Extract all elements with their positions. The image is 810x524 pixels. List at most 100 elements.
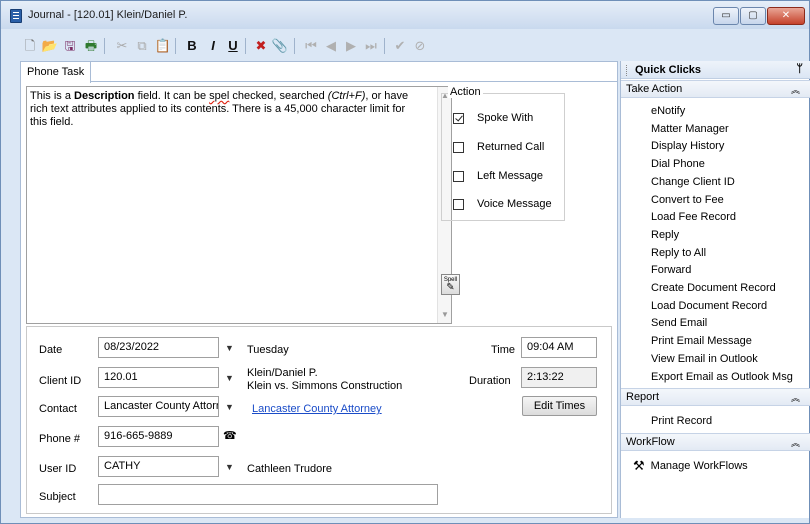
- toolbar-separator: [294, 38, 295, 54]
- quick-click-view-email-in-outlook[interactable]: View Email in Outlook: [651, 353, 758, 365]
- last-record-icon[interactable]: ⏭: [363, 38, 379, 54]
- user-id-label: User ID: [39, 463, 77, 475]
- client-id-input[interactable]: 120.01: [98, 367, 219, 388]
- checkbox-voice-message[interactable]: Voice Message: [453, 198, 552, 210]
- panel-grip-icon[interactable]: [626, 65, 628, 76]
- quick-click-convert-to-fee[interactable]: Convert to Fee: [651, 194, 724, 206]
- print-icon[interactable]: 🖶: [83, 38, 99, 54]
- open-folder-icon[interactable]: 📂: [42, 38, 58, 54]
- workflow-tools-icon: ⚒: [633, 458, 645, 473]
- checkbox-box[interactable]: [453, 112, 464, 124]
- contact-dropdown-icon[interactable]: ▼: [225, 402, 234, 412]
- date-input[interactable]: 08/23/2022: [98, 337, 219, 358]
- toolbar-separator: [104, 38, 105, 54]
- quick-click-dial-phone[interactable]: Dial Phone: [651, 158, 705, 170]
- minimize-button[interactable]: ▭: [713, 7, 739, 25]
- quick-click-export-email-as-outlook-msg[interactable]: Export Email as Outlook Msg: [651, 371, 793, 383]
- spell-check-icon: ✎: [446, 282, 455, 293]
- quick-click-load-document-record[interactable]: Load Document Record: [651, 300, 767, 312]
- user-id-dropdown-icon[interactable]: ▼: [225, 462, 234, 472]
- quick-click-print-email-message[interactable]: Print Email Message: [651, 335, 752, 347]
- collapse-chevron-icon[interactable]: ︽: [791, 436, 800, 449]
- checkbox-box[interactable]: [453, 170, 464, 182]
- quick-click-create-document-record[interactable]: Create Document Record: [651, 282, 776, 294]
- quick-clicks-header: Quick Clicks ᛘ: [621, 61, 810, 79]
- checkbox-box[interactable]: [453, 141, 464, 153]
- scroll-down-icon[interactable]: ▼: [441, 310, 449, 319]
- client-id-dropdown-icon[interactable]: ▼: [225, 373, 234, 383]
- window-title: Journal - [120.01] Klein/Daniel P.: [28, 9, 188, 21]
- edit-times-button[interactable]: Edit Times: [522, 396, 597, 416]
- quick-click-enotify[interactable]: eNotify: [651, 105, 685, 117]
- toolbar: 🗋 📂 🖫 🖶 ✂ ⧉ 📋 B I U ✖ 📎 ⏮ ◀ ▶ ⏭ ✔ ⊘: [1, 29, 809, 59]
- quick-click-reply[interactable]: Reply: [651, 229, 679, 241]
- contact-link[interactable]: Lancaster County Attorney: [252, 403, 382, 415]
- description-field[interactable]: This is a Description field. It can be s…: [26, 86, 452, 324]
- journal-window: Journal - [120.01] Klein/Daniel P. ▭ ▢ ✕…: [0, 0, 810, 524]
- quick-click-print-record[interactable]: Print Record: [651, 415, 712, 427]
- contact-input[interactable]: Lancaster County Attorr: [98, 396, 219, 417]
- description-text[interactable]: This is a Description field. It can be s…: [30, 90, 416, 129]
- next-record-icon[interactable]: ▶: [343, 38, 359, 54]
- checkbox-returned-call[interactable]: Returned Call: [453, 141, 544, 153]
- user-id-input[interactable]: CATHY: [98, 456, 219, 477]
- close-icon: ✕: [781, 10, 791, 21]
- delete-icon[interactable]: ✖: [253, 38, 269, 54]
- collapse-chevron-icon[interactable]: ︽: [791, 83, 800, 96]
- section-workflow[interactable]: WorkFlow ︽: [621, 433, 810, 451]
- quick-click-forward[interactable]: Forward: [651, 264, 691, 276]
- spell-check-button[interactable]: Spell ✎: [441, 274, 460, 295]
- cancel-icon[interactable]: ⊘: [412, 38, 428, 54]
- title-bar: Journal - [120.01] Klein/Daniel P. ▭ ▢ ✕: [1, 1, 809, 29]
- subject-input[interactable]: [98, 484, 438, 505]
- cut-icon[interactable]: ✂: [114, 38, 130, 54]
- matter-name-text: Klein vs. Simmons Construction: [247, 380, 403, 392]
- date-dropdown-icon[interactable]: ▼: [225, 343, 234, 353]
- phone-input[interactable]: 916-665-9889: [98, 426, 219, 447]
- maximize-button[interactable]: ▢: [740, 7, 766, 25]
- dial-phone-icon[interactable]: ☎: [223, 429, 237, 442]
- paste-icon[interactable]: 📋: [155, 38, 171, 54]
- first-record-icon[interactable]: ⏮: [303, 38, 319, 54]
- tab-phone-task[interactable]: Phone Task: [21, 62, 92, 83]
- details-form: Date 08/23/2022 ▼ Tuesday Time 09:04 AM …: [26, 326, 612, 514]
- section-title: Take Action: [626, 83, 683, 95]
- toolbar-separator: [245, 38, 246, 54]
- user-name-text: Cathleen Trudore: [247, 463, 332, 475]
- checkbox-box[interactable]: [453, 198, 464, 210]
- quick-click-matter-manager[interactable]: Matter Manager: [651, 123, 729, 135]
- pin-icon[interactable]: ᛘ: [796, 63, 803, 75]
- close-button[interactable]: ✕: [767, 7, 805, 25]
- collapse-chevron-icon[interactable]: ︽: [791, 391, 800, 404]
- time-input[interactable]: 09:04 AM: [521, 337, 597, 358]
- copy-icon[interactable]: ⧉: [134, 38, 150, 54]
- tab-strip: Phone Task: [21, 62, 617, 83]
- quick-click-reply-to-all[interactable]: Reply to All: [651, 247, 706, 259]
- section-take-action[interactable]: Take Action ︽: [621, 80, 810, 98]
- new-document-icon[interactable]: 🗋: [22, 38, 38, 54]
- save-icon[interactable]: 🖫: [62, 38, 78, 54]
- checkbox-spoke-with[interactable]: Spoke With: [453, 112, 533, 124]
- underline-icon[interactable]: U: [225, 38, 241, 54]
- quick-click-change-client-id[interactable]: Change Client ID: [651, 176, 735, 188]
- bold-icon[interactable]: B: [184, 38, 200, 54]
- contact-label: Contact: [39, 403, 77, 415]
- checkbox-left-message[interactable]: Left Message: [453, 170, 543, 182]
- quick-click-manage-workflows[interactable]: ⚒ Manage WorkFlows: [633, 458, 748, 474]
- quick-click-send-email[interactable]: Send Email: [651, 317, 707, 329]
- duration-label: Duration: [469, 375, 511, 387]
- quick-click-load-fee-record[interactable]: Load Fee Record: [651, 211, 736, 223]
- approve-icon[interactable]: ✔: [392, 38, 408, 54]
- manage-workflows-label: Manage WorkFlows: [650, 460, 748, 472]
- quick-click-display-history[interactable]: Display History: [651, 140, 724, 152]
- checkbox-label: Voice Message: [477, 198, 552, 210]
- previous-record-icon[interactable]: ◀: [323, 38, 339, 54]
- checkbox-label: Left Message: [477, 170, 544, 182]
- weekday-text: Tuesday: [247, 344, 289, 356]
- quick-clicks-panel: Quick Clicks ᛘ Take Action ︽ eNotify Matt…: [620, 61, 810, 518]
- italic-icon[interactable]: I: [205, 38, 221, 54]
- time-label: Time: [491, 344, 516, 356]
- action-legend: Action: [448, 86, 483, 98]
- section-report[interactable]: Report ︽: [621, 388, 810, 406]
- attach-icon[interactable]: 📎: [272, 38, 288, 54]
